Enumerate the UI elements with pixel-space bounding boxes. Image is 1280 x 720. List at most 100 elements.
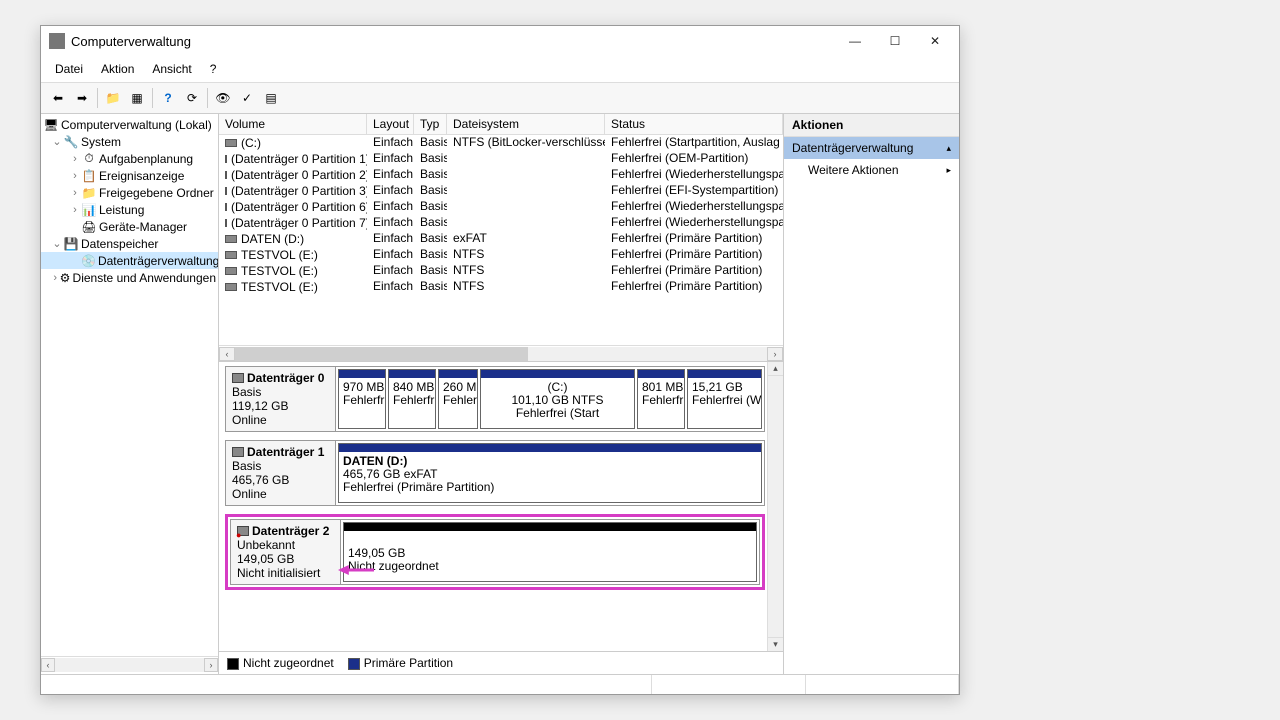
- volume-row[interactable]: (C:)EinfachBasisNTFS (BitLocker-verschlü…: [219, 135, 783, 151]
- volume-row[interactable]: (Datenträger 0 Partition 6)EinfachBasisF…: [219, 199, 783, 215]
- menu-datei[interactable]: Datei: [47, 58, 91, 80]
- scroll-right-icon[interactable]: ›: [204, 658, 218, 672]
- volume-typ: Basis: [414, 199, 447, 215]
- disk-partitions: DATEN (D:)465,76 GB exFATFehlerfrei (Pri…: [336, 441, 764, 505]
- disk-0[interactable]: Datenträger 0 Basis 119,12 GB Online 970…: [225, 366, 765, 432]
- scroll-left-icon[interactable]: ‹: [219, 347, 235, 361]
- maximize-button[interactable]: ☐: [875, 27, 915, 55]
- col-volume[interactable]: Volume: [219, 114, 367, 134]
- disk-name: Datenträger 0: [247, 371, 324, 385]
- col-status[interactable]: Status: [605, 114, 783, 134]
- tree-freigegebene[interactable]: ›📁Freigegebene Ordner: [41, 184, 218, 201]
- partition-c[interactable]: (C:)101,10 GB NTFSFehlerfrei (Start: [480, 369, 635, 429]
- partition-d[interactable]: DATEN (D:)465,76 GB exFATFehlerfrei (Pri…: [338, 443, 762, 503]
- volume-icon: [225, 155, 227, 163]
- actions-dtv[interactable]: Datenträgerverwaltung ▴: [784, 137, 959, 159]
- expand-icon[interactable]: ›: [69, 153, 81, 165]
- scroll-thumb[interactable]: [235, 347, 528, 361]
- tree-datentraeger[interactable]: 💿Datenträgerverwaltung: [41, 252, 218, 269]
- tree-label: Computerverwaltung (Lokal): [61, 118, 212, 132]
- view-button[interactable]: ▦: [126, 87, 148, 109]
- legend-unallocated: Nicht zugeordnet: [227, 656, 334, 670]
- collapse-icon[interactable]: ⌄: [51, 237, 63, 250]
- close-button[interactable]: ✕: [915, 27, 955, 55]
- scroll-up-icon[interactable]: ▴: [768, 362, 783, 376]
- scroll-right-icon[interactable]: ›: [767, 347, 783, 361]
- expand-icon[interactable]: ›: [69, 187, 81, 199]
- tree-root[interactable]: 🖥Computerverwaltung (Lokal): [41, 116, 218, 133]
- partition-unallocated[interactable]: 149,05 GBNicht zugeordnet: [343, 522, 757, 582]
- scroll-down-icon[interactable]: ▾: [768, 637, 783, 651]
- show-hide-button[interactable]: 👁: [212, 87, 234, 109]
- partition[interactable]: 260 MFehler: [438, 369, 478, 429]
- volume-row[interactable]: (Datenträger 0 Partition 2)EinfachBasisF…: [219, 167, 783, 183]
- disk-scrollbar[interactable]: ▴ ▾: [767, 362, 783, 651]
- expand-icon[interactable]: ›: [51, 272, 59, 284]
- volume-typ: Basis: [414, 183, 447, 199]
- back-button[interactable]: ⬅: [47, 87, 69, 109]
- volume-fs: [447, 167, 605, 183]
- col-dateisystem[interactable]: Dateisystem: [447, 114, 605, 134]
- tree-ereignis[interactable]: ›📋Ereignisanzeige: [41, 167, 218, 184]
- partition[interactable]: 840 MBFehlerfr: [388, 369, 436, 429]
- tree-label: Dienste und Anwendungen: [73, 271, 216, 285]
- col-typ[interactable]: Typ: [414, 114, 447, 134]
- disk-icon: [232, 373, 244, 383]
- disk-size: 149,05 GB: [237, 552, 334, 566]
- expand-icon[interactable]: ›: [69, 204, 81, 216]
- minimize-button[interactable]: —: [835, 27, 875, 55]
- tree-label: Geräte-Manager: [99, 220, 187, 234]
- volume-name: (Datenträger 0 Partition 7): [231, 216, 367, 230]
- disk-size: 119,12 GB: [232, 399, 329, 413]
- tools-icon: 🔧: [63, 135, 79, 149]
- tree-dienste[interactable]: ›⚙Dienste und Anwendungen: [41, 269, 218, 286]
- disk-2[interactable]: Datenträger 2 Unbekannt 149,05 GB Nicht …: [230, 519, 760, 585]
- check-icon: ✓: [242, 91, 252, 105]
- volume-row[interactable]: (Datenträger 0 Partition 7)EinfachBasisF…: [219, 215, 783, 231]
- disk-name: Datenträger 1: [247, 445, 324, 459]
- nav-tree: 🖥Computerverwaltung (Lokal) ⌄🔧System ›⏱A…: [41, 114, 219, 674]
- expand-icon[interactable]: ›: [69, 170, 81, 182]
- partition[interactable]: 801 MBFehlerfr: [637, 369, 685, 429]
- volume-icon: [225, 171, 227, 179]
- tree-scrollbar[interactable]: ‹ ›: [41, 656, 218, 672]
- tree-geraete[interactable]: 🖨Geräte-Manager: [41, 218, 218, 235]
- disk-partitions: 149,05 GBNicht zugeordnet: [341, 520, 759, 584]
- main-content: Volume Layout Typ Dateisystem Status (C:…: [219, 114, 784, 674]
- volume-status: Fehlerfrei (Wiederherstellungspa: [605, 167, 783, 183]
- scroll-track[interactable]: [55, 658, 204, 672]
- window: Computerverwaltung — ☐ ✕ Datei Aktion An…: [40, 25, 960, 695]
- scroll-track[interactable]: [235, 347, 767, 361]
- col-layout[interactable]: Layout: [367, 114, 414, 134]
- volume-row[interactable]: TESTVOL (E:)EinfachBasisNTFSFehlerfrei (…: [219, 263, 783, 279]
- refresh-button[interactable]: ⟳: [181, 87, 203, 109]
- tree-system[interactable]: ⌄🔧System: [41, 133, 218, 150]
- volume-row[interactable]: TESTVOL (E:)EinfachBasisNTFSFehlerfrei (…: [219, 279, 783, 295]
- menu-aktion[interactable]: Aktion: [93, 58, 142, 80]
- volume-row[interactable]: (Datenträger 0 Partition 3)EinfachBasisF…: [219, 183, 783, 199]
- volume-scrollbar[interactable]: ‹ ›: [219, 345, 783, 361]
- partition[interactable]: 15,21 GBFehlerfrei (Wi: [687, 369, 762, 429]
- tree-aufgaben[interactable]: ›⏱Aufgabenplanung: [41, 150, 218, 167]
- check-button[interactable]: ✓: [236, 87, 258, 109]
- scroll-left-icon[interactable]: ‹: [41, 658, 55, 672]
- help-button[interactable]: ?: [157, 87, 179, 109]
- collapse-icon[interactable]: ⌄: [51, 135, 63, 148]
- volume-row[interactable]: (Datenträger 0 Partition 1)EinfachBasisF…: [219, 151, 783, 167]
- tree-datenspeicher[interactable]: ⌄💾Datenspeicher: [41, 235, 218, 252]
- volume-row[interactable]: TESTVOL (E:)EinfachBasisNTFSFehlerfrei (…: [219, 247, 783, 263]
- actions-weitere[interactable]: Weitere Aktionen ▸: [784, 159, 959, 181]
- disk-icon: [232, 447, 244, 457]
- tree-label: Datenspeicher: [81, 237, 158, 251]
- settings-button[interactable]: ▤: [260, 87, 282, 109]
- forward-button[interactable]: ➡: [71, 87, 93, 109]
- volume-icon: [225, 219, 227, 227]
- menu-help[interactable]: ?: [202, 58, 225, 80]
- volume-row[interactable]: DATEN (D:)EinfachBasisexFATFehlerfrei (P…: [219, 231, 783, 247]
- menu-ansicht[interactable]: Ansicht: [144, 58, 199, 80]
- tree-leistung[interactable]: ›📊Leistung: [41, 201, 218, 218]
- volume-typ: Basis: [414, 215, 447, 231]
- up-button[interactable]: 📁: [102, 87, 124, 109]
- disk-1[interactable]: Datenträger 1 Basis 465,76 GB Online DAT…: [225, 440, 765, 506]
- partition[interactable]: 970 MBFehlerfr: [338, 369, 386, 429]
